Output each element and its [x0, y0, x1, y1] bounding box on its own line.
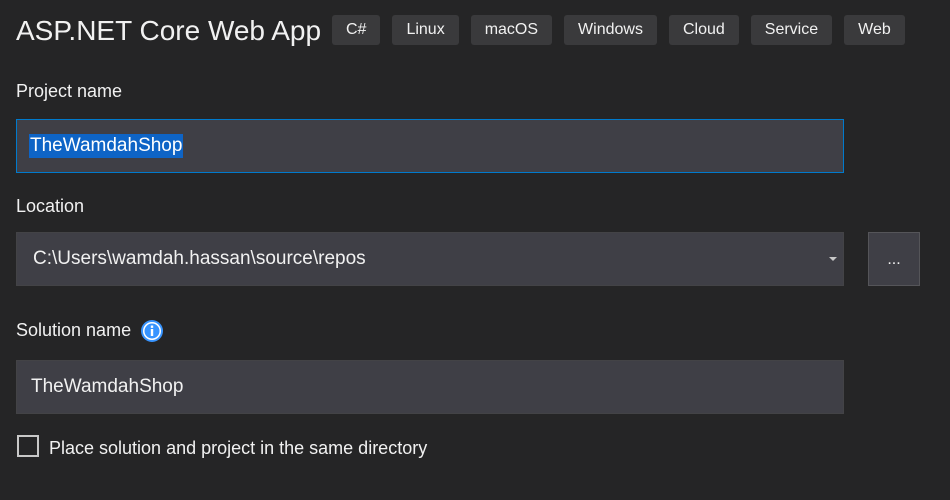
- solution-name-label: Solution name: [16, 320, 132, 340]
- tag-service: Service: [750, 15, 833, 45]
- location-dropdown[interactable]: C:\Users\wamdah.hassan\source\repos: [16, 232, 844, 286]
- tag-cloud: Cloud: [668, 15, 739, 45]
- tag-macos: macOS: [470, 15, 553, 45]
- info-icon[interactable]: [140, 319, 164, 343]
- project-name-input[interactable]: TheWamdahShop: [16, 119, 844, 173]
- tag-csharp: C#: [332, 15, 381, 45]
- same-directory-label[interactable]: Place solution and project in the same d…: [49, 438, 427, 459]
- tag-list: C# Linux macOS Windows Cloud Service Web: [332, 15, 905, 45]
- location-value: C:\Users\wamdah.hassan\source\repos: [33, 248, 366, 269]
- solution-name-value: TheWamdahShop: [31, 376, 184, 397]
- tag-linux: Linux: [392, 15, 459, 45]
- chevron-down-icon[interactable]: [829, 257, 837, 261]
- browse-button[interactable]: ...: [868, 232, 920, 286]
- location-label: Location: [16, 196, 85, 216]
- same-directory-checkbox[interactable]: [17, 435, 39, 457]
- project-name-label: Project name: [16, 81, 123, 101]
- tag-web: Web: [844, 15, 905, 45]
- tag-windows: Windows: [564, 15, 657, 45]
- page-title: ASP.NET Core Web App: [16, 15, 322, 46]
- solution-name-input[interactable]: TheWamdahShop: [16, 360, 844, 414]
- project-name-value: TheWamdahShop: [29, 134, 184, 158]
